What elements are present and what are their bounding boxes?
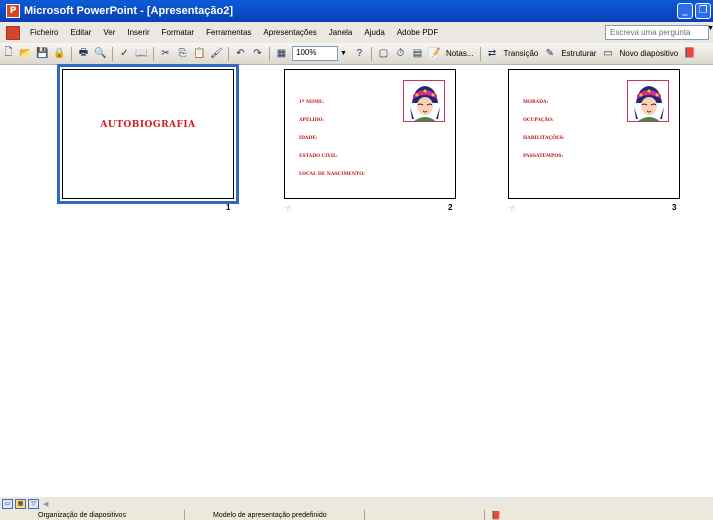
open-folder-icon[interactable]: 📂 [18, 46, 33, 61]
slideshow-view-icon[interactable]: ▽ [28, 498, 39, 509]
slide-field: 1º NOME: [299, 100, 325, 105]
slide-field: IDADE: [299, 136, 318, 141]
copy-icon[interactable]: ⎘ [175, 46, 190, 61]
status-language: 📕 [485, 510, 713, 520]
new-slide-button[interactable]: Novo diapositivo [616, 49, 681, 58]
slide-number: 1 [226, 203, 231, 212]
transition-marker-icon[interactable]: ☆ [285, 204, 292, 213]
permission-icon[interactable]: 🔒 [52, 46, 67, 61]
slide-title: AUTOBIOGRAFIA [100, 120, 196, 130]
notes-icon[interactable]: 📝 [427, 46, 442, 61]
menu-apresentacoes[interactable]: Apresentações [257, 28, 322, 37]
save-icon[interactable]: 💾 [35, 46, 50, 61]
toolbar-separator [479, 46, 481, 61]
print-icon[interactable]: 🖶 [76, 46, 91, 61]
rehearse-timings-icon[interactable]: ⏱ [393, 46, 408, 61]
restore-button[interactable]: ❐ [695, 3, 711, 19]
notes-button[interactable]: Notas... [443, 49, 477, 58]
toolbar-separator [112, 46, 113, 61]
menu-janela[interactable]: Janela [323, 28, 359, 37]
menu-editar[interactable]: Editar [64, 28, 97, 37]
status-view: Organização de diapositivos [0, 510, 185, 520]
slide-thumbnail-1[interactable]: AUTOBIOGRAFIA [57, 64, 239, 204]
menu-ver[interactable]: Ver [97, 28, 121, 37]
redo-icon[interactable]: ↷ [250, 46, 265, 61]
slide-field: LOCAL DE NASCIMENTO: [299, 172, 365, 177]
transition-marker-icon[interactable]: ☆ [509, 204, 516, 213]
transition-icon[interactable]: ⇄ [485, 46, 500, 61]
transition-button[interactable]: Transição [501, 49, 542, 58]
spelling-status-icon[interactable]: 📕 [491, 511, 501, 520]
new-document-icon[interactable]: 🗋 [1, 46, 16, 61]
toolbar-separator [370, 46, 372, 61]
normal-view-icon[interactable]: ▭ [2, 498, 13, 509]
toolbar-separator [228, 46, 229, 61]
slide-field: ESTADO CIVIL: [299, 154, 338, 159]
menu-formatar[interactable]: Formatar [156, 28, 200, 37]
powerpoint-icon[interactable]: P [6, 4, 20, 18]
print-preview-icon[interactable]: 🔍 [93, 46, 108, 61]
view-buttons-bar: ▭ ▦ ▽ ◀ [0, 497, 713, 510]
paste-icon[interactable]: 📋 [192, 46, 207, 61]
standard-toolbar: 🗋 📂 💾 🔒 🖶 🔍 ✓ 📖 ✂ ⎘ 📋 🖌 ↶ ↷ ▦ 100% ▼ ? ▢… [0, 43, 713, 65]
slide-number: 3 [672, 203, 677, 212]
toolbar-separator [71, 46, 72, 61]
slide-thumbnail-3[interactable]: MORADA: OCUPAÇÃO: HABILITAÇÕES: PASSATEM… [508, 69, 680, 199]
menu-ficheiro[interactable]: Ficheiro [24, 28, 64, 37]
slide-field: PASSATEMPOS: [523, 154, 564, 159]
menu-ferramentas[interactable]: Ferramentas [200, 28, 257, 37]
status-bar: Organização de diapositivos Modelo de ap… [0, 510, 713, 520]
slide-sorter-view-icon[interactable]: ▦ [15, 498, 26, 509]
slide-field: APELIDO: [299, 118, 325, 123]
toolbar-separator [269, 46, 270, 61]
ask-question-input[interactable]: Escreva uma pergunta [605, 25, 709, 40]
new-slide-icon[interactable]: ▭ [600, 46, 615, 61]
slide-field: HABILITAÇÕES: [523, 136, 565, 141]
pdf-icon[interactable]: 📕 [682, 46, 697, 61]
undo-icon[interactable]: ↶ [233, 46, 248, 61]
zoom-dropdown-icon[interactable]: ▼ [340, 50, 347, 57]
ask-dropdown-icon[interactable]: ▼ [707, 25, 713, 32]
cut-icon[interactable]: ✂ [158, 46, 173, 61]
slide-thumbnail-2[interactable]: 1º NOME: APELIDO: IDADE: ESTADO CIVIL: L… [284, 69, 456, 199]
slide-field: MORADA: [523, 100, 549, 105]
design-button[interactable]: Estruturar [558, 49, 599, 58]
research-icon[interactable]: 📖 [134, 46, 149, 61]
window-controls: _ ❐ [677, 3, 711, 19]
menu-inserir[interactable]: Inserir [121, 28, 155, 37]
format-painter-icon[interactable]: 🖌 [209, 46, 224, 61]
design-icon[interactable]: ✎ [542, 46, 557, 61]
portrait-image [627, 80, 669, 122]
summary-slide-icon[interactable]: ▤ [410, 46, 425, 61]
status-empty [365, 510, 485, 520]
grayscale-icon[interactable]: ▦ [274, 46, 289, 61]
menu-adobe-pdf[interactable]: Adobe PDF [391, 28, 444, 37]
document-icon[interactable] [6, 25, 20, 40]
scroll-left-icon[interactable]: ◀ [43, 500, 48, 508]
menu-ajuda[interactable]: Ajuda [358, 28, 390, 37]
status-template: Modelo de apresentação predefinido [185, 510, 365, 520]
zoom-select[interactable]: 100% [292, 46, 338, 61]
portrait-image [403, 80, 445, 122]
slide-number: 2 [448, 203, 453, 212]
menu-bar: Ficheiro Editar Ver Inserir Formatar Fer… [0, 22, 713, 43]
hide-slide-icon[interactable]: ▢ [376, 46, 391, 61]
title-bar: P Microsoft PowerPoint - [Apresentação2]… [0, 0, 713, 22]
spelling-icon[interactable]: ✓ [117, 46, 132, 61]
slide-field: OCUPAÇÃO: [523, 118, 554, 123]
minimize-button[interactable]: _ [677, 3, 693, 19]
window-title: Microsoft PowerPoint - [Apresentação2] [24, 5, 234, 17]
help-icon[interactable]: ? [352, 46, 367, 61]
slide-sorter-pane[interactable]: AUTOBIOGRAFIA 1 1º NOME: APELIDO: IDADE:… [0, 64, 713, 497]
toolbar-separator [153, 46, 154, 61]
